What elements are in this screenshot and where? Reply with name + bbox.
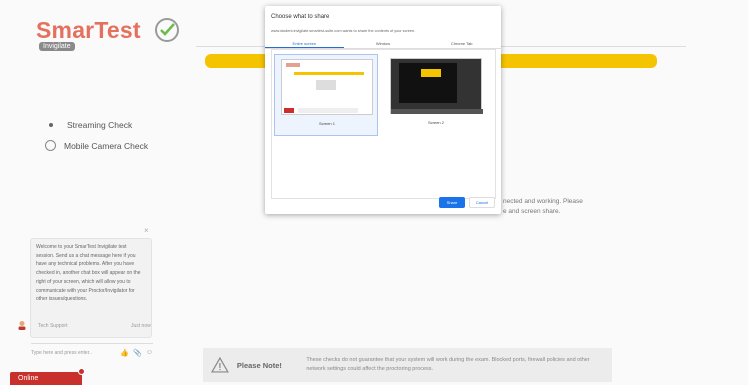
- online-status-tab[interactable]: Online: [10, 372, 82, 385]
- thumbs-up-icon[interactable]: 👍: [120, 349, 129, 357]
- bullet-dot-icon: [49, 123, 53, 127]
- chat-time: Just now: [131, 323, 151, 329]
- screen-1-label: Screen 1: [318, 121, 335, 126]
- status-message: nected and working. Please e and screen …: [503, 197, 583, 217]
- logo-tag: Invigilate: [39, 42, 75, 51]
- logo-brand-text: SmarTest: [36, 17, 141, 43]
- dialog-subtitle: www.student.invigilate.smartest-suite.co…: [271, 29, 416, 33]
- status-message-line: nected and working. Please: [503, 198, 583, 205]
- screen-option-1[interactable]: Screen 1: [274, 54, 378, 136]
- chat-close-button[interactable]: ×: [144, 226, 149, 235]
- screen-option-2[interactable]: Screen 2: [384, 54, 488, 136]
- pending-circle-icon: [45, 140, 56, 151]
- check-mobile-camera: Mobile Camera Check: [45, 140, 148, 151]
- status-message-line: e and screen share.: [503, 208, 561, 215]
- smartest-logo: SmarTest Invigilate: [36, 13, 179, 55]
- check-list: Streaming Check Mobile Camera Check: [45, 120, 148, 161]
- dialog-title: Choose what to share: [271, 14, 330, 20]
- screen-options-panel: Screen 1 Screen 2: [271, 49, 496, 199]
- support-avatar-icon: [18, 321, 26, 330]
- clock-check-icon: [155, 18, 179, 42]
- screen-2-preview: [390, 58, 483, 114]
- note-banner: Please Note! These checks do not guarant…: [203, 348, 612, 382]
- tab-entire-screen[interactable]: Entire screen: [265, 39, 344, 48]
- check-streaming: Streaming Check: [45, 120, 148, 130]
- notification-badge: [78, 368, 85, 375]
- screen-1-preview: [281, 59, 373, 115]
- tab-chrome-tab[interactable]: Chrome Tab: [422, 39, 501, 48]
- chat-sender: Tech Support: [38, 323, 68, 329]
- check-label: Streaming Check: [67, 120, 133, 130]
- chat-input-placeholder: Type here and press enter..: [31, 349, 92, 356]
- note-title: Please Note!: [236, 360, 282, 370]
- screen-2-label: Screen 2: [427, 120, 444, 125]
- share-screen-dialog: Choose what to share www.student.invigil…: [265, 6, 501, 214]
- tab-window[interactable]: Window: [344, 39, 423, 48]
- share-tabs: Entire screen Window Chrome Tab: [265, 39, 501, 49]
- chat-input[interactable]: Type here and press enter.. 👍 📎 ☺: [31, 343, 153, 361]
- cancel-button[interactable]: Cancel: [469, 197, 495, 208]
- warning-icon: [211, 357, 229, 373]
- note-body: These checks do not guarantee that your …: [306, 357, 590, 372]
- attachment-icon[interactable]: 📎: [133, 349, 142, 357]
- share-button[interactable]: Share: [439, 197, 465, 208]
- check-label: Mobile Camera Check: [64, 140, 149, 151]
- emoji-icon[interactable]: ☺: [146, 349, 153, 357]
- proctoring-page: SmarTest Invigilate Streaming Check Mobi…: [0, 0, 748, 385]
